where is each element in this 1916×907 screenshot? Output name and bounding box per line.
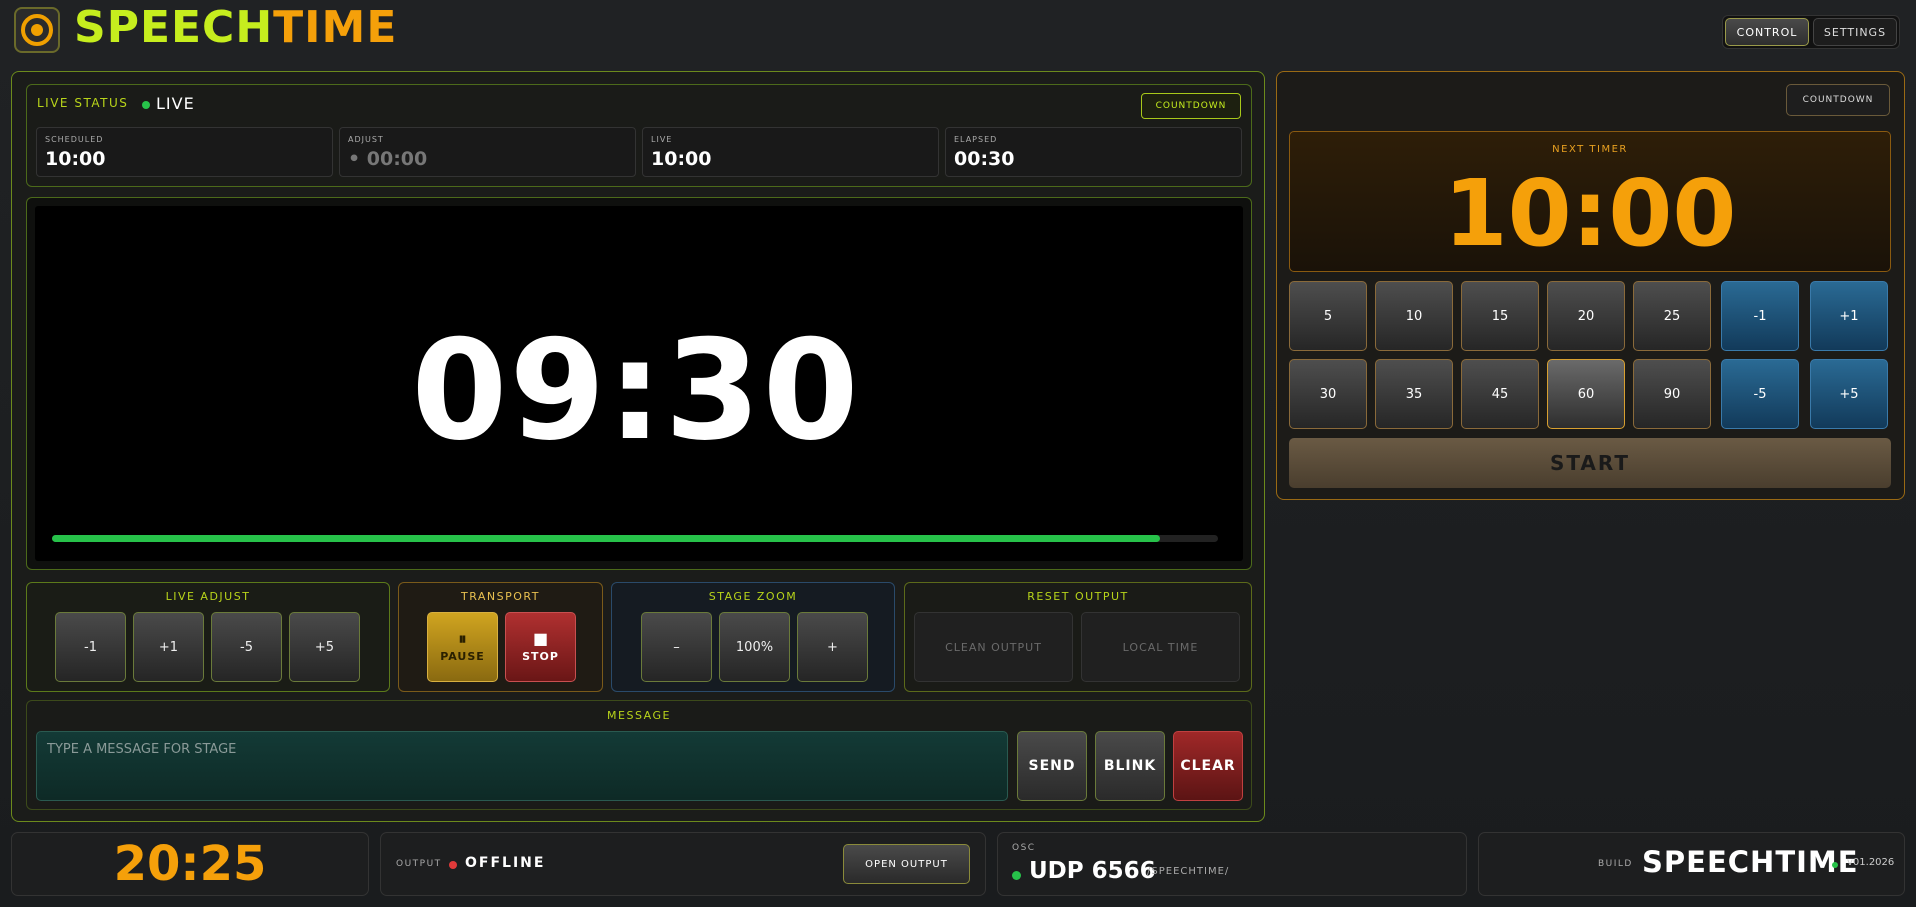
stop-button[interactable]: ■ STOP [505,612,576,682]
control-panel: LIVE STATUS LIVE COUNTDOWN SCHEDULED 10:… [11,71,1265,822]
zoom-reset-button[interactable]: 100% [719,612,790,682]
next-minus-1-button[interactable]: -1 [1721,281,1799,351]
progress-bar [52,535,1218,542]
preset-30-button[interactable]: 30 [1289,359,1367,429]
stat-value: 10:00 [45,148,106,170]
clean-output-button[interactable]: CLEAN OUTPUT [914,612,1073,682]
next-plus-1-button[interactable]: +1 [1810,281,1888,351]
pause-label: PAUSE [440,650,485,663]
live-status-label: LIVE STATUS [37,96,129,110]
stat-live: LIVE 10:00 [642,127,939,177]
adjust-minus-1-button[interactable]: -1 [55,612,126,682]
stop-label: STOP [522,650,559,663]
stat-label: SCHEDULED [45,135,104,144]
group-title: RESET OUTPUT [1027,590,1129,603]
current-clock: 20:25 [113,836,267,892]
stat-label: ELAPSED [954,135,998,144]
preset-25-button[interactable]: 25 [1633,281,1711,351]
pause-button[interactable]: ⏸ PAUSE [427,612,498,682]
stage-zoom-group: STAGE ZOOM – 100% + [611,582,895,692]
stat-label: ADJUST [348,135,384,144]
message-box: MESSAGE SEND BLINK CLEAR [26,700,1252,810]
build-status-dot [1832,862,1838,868]
local-time-button[interactable]: LOCAL TIME [1081,612,1240,682]
stat-adjust: ADJUST • 00:00 [339,127,636,177]
output-status-dot [449,861,457,869]
build-version: v01.2026 [1847,857,1895,868]
reset-output-group: RESET OUTPUT CLEAN OUTPUT LOCAL TIME [904,582,1252,692]
stat-value: 00:30 [954,148,1015,170]
preset-20-button[interactable]: 20 [1547,281,1625,351]
mode-toggle: CONTROL SETTINGS [1722,15,1900,49]
group-title: LIVE ADJUST [165,590,251,603]
send-button[interactable]: SEND [1017,731,1087,801]
message-title: MESSAGE [607,709,671,722]
live-status-box: LIVE STATUS LIVE COUNTDOWN SCHEDULED 10:… [26,84,1252,187]
next-timer-panel: COUNTDOWN NEXT TIMER 10:00 5 10 15 20 25… [1276,71,1905,500]
tab-control[interactable]: CONTROL [1725,18,1809,46]
open-output-button[interactable]: OPEN OUTPUT [843,844,970,884]
stage-preview: 09:30 [26,197,1252,570]
stage-message-input[interactable] [36,731,1008,801]
stat-scheduled: SCHEDULED 10:00 [36,127,333,177]
zoom-out-button[interactable]: – [641,612,712,682]
next-timer-label: NEXT TIMER [1552,144,1628,155]
zoom-in-button[interactable]: + [797,612,868,682]
stop-icon: ■ [532,629,549,648]
adjust-minus-5-button[interactable]: -5 [211,612,282,682]
preset-15-button[interactable]: 15 [1461,281,1539,351]
pause-icon: ⏸ [458,629,467,648]
osc-label: OSC [1012,843,1036,853]
stat-label: LIVE [651,135,673,144]
clear-button[interactable]: CLEAR [1173,731,1243,801]
live-state-text: LIVE [156,94,195,113]
build-panel: BUILD SPEECHTIME v01.2026 [1478,832,1905,896]
next-timer-value: 10:00 [1443,160,1737,267]
live-adjust-group: LIVE ADJUST -1 +1 -5 +5 [26,582,390,692]
progress-fill [52,535,1160,542]
osc-path: /SPEECHTIME/ [1147,866,1230,877]
output-label: OUTPUT [396,859,442,869]
brand-title: SPEECHTIME [74,2,397,53]
logo-icon [14,7,60,53]
stat-elapsed: ELAPSED 00:30 [945,127,1242,177]
osc-port: UDP 6566 [1029,858,1156,884]
output-status: OFFLINE [465,855,546,871]
mode-tag-countdown[interactable]: COUNTDOWN [1141,93,1241,119]
stage-screen: 09:30 [35,206,1243,561]
next-mode-countdown-button[interactable]: COUNTDOWN [1786,84,1890,116]
output-panel: OUTPUT OFFLINE OPEN OUTPUT [380,832,986,896]
osc-panel: OSC UDP 6566 /SPEECHTIME/ [997,832,1467,896]
start-button[interactable]: START [1289,438,1891,488]
preset-90-button[interactable]: 90 [1633,359,1711,429]
clock-panel: 20:25 [11,832,369,896]
osc-status-dot [1012,871,1021,880]
preset-10-button[interactable]: 10 [1375,281,1453,351]
group-title: TRANSPORT [460,590,540,603]
group-title: STAGE ZOOM [708,590,798,603]
build-name: SPEECHTIME [1642,845,1859,879]
stage-time-display: 09:30 [411,310,861,471]
next-timer-display: NEXT TIMER 10:00 [1289,131,1891,272]
adjust-plus-5-button[interactable]: +5 [289,612,360,682]
preset-45-button[interactable]: 45 [1461,359,1539,429]
stat-value: • 00:00 [348,148,428,170]
stat-value: 10:00 [651,148,712,170]
app-header: SPEECHTIME CONTROL SETTINGS [0,0,1916,62]
tab-settings[interactable]: SETTINGS [1813,18,1897,46]
live-indicator-dot [142,101,150,109]
brand-part-speech: SPEECH [74,2,274,53]
preset-60-button[interactable]: 60 [1547,359,1625,429]
build-label: BUILD [1598,859,1633,869]
preset-35-button[interactable]: 35 [1375,359,1453,429]
blink-button[interactable]: BLINK [1095,731,1165,801]
adjust-plus-1-button[interactable]: +1 [133,612,204,682]
preset-5-button[interactable]: 5 [1289,281,1367,351]
transport-group: TRANSPORT ⏸ PAUSE ■ STOP [398,582,603,692]
brand-part-time: TIME [273,2,398,53]
next-minus-5-button[interactable]: -5 [1721,359,1799,429]
next-plus-5-button[interactable]: +5 [1810,359,1888,429]
